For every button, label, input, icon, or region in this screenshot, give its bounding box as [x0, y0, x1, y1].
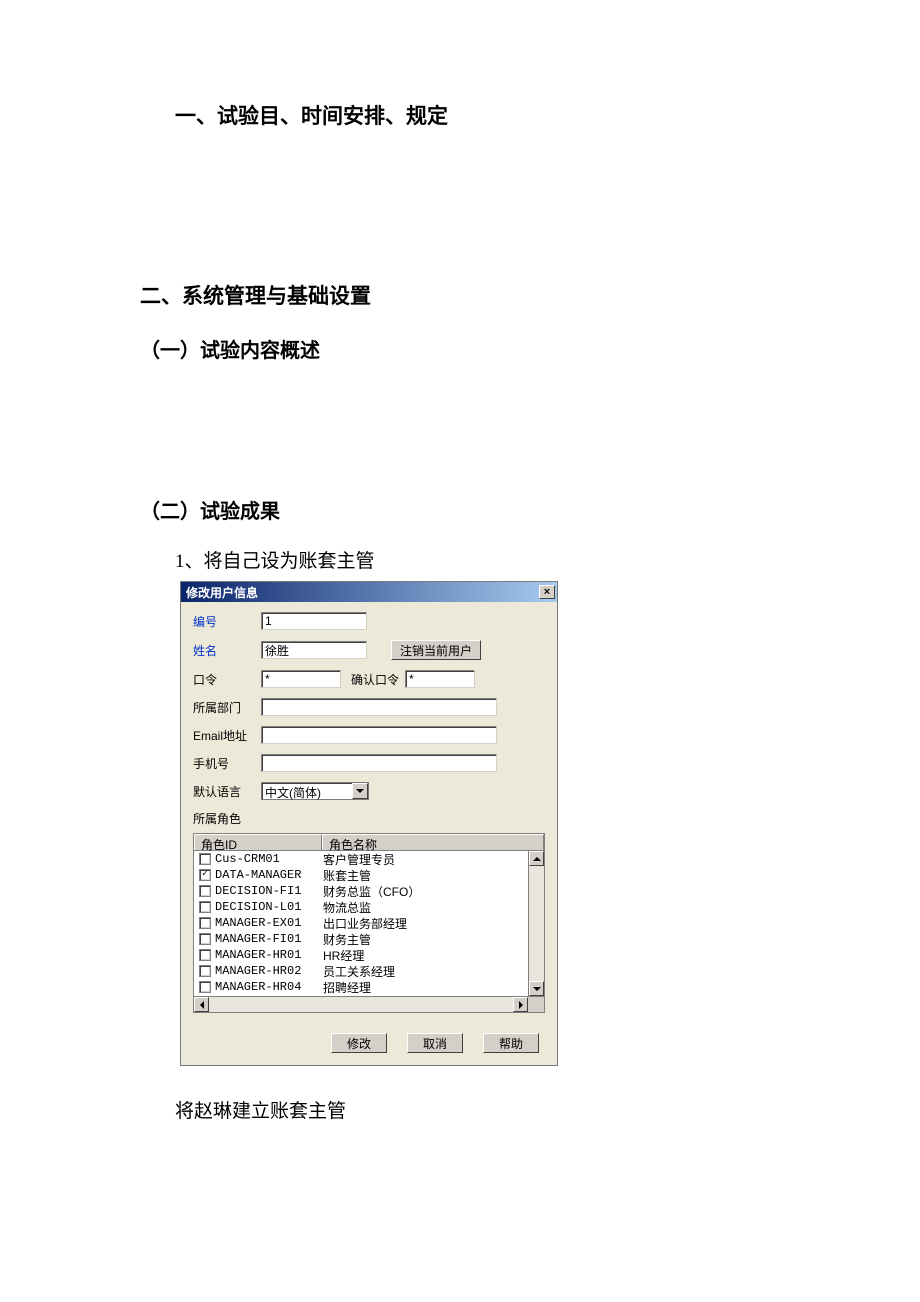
- heading-2: 二、系统管理与基础设置: [140, 280, 920, 310]
- name-input[interactable]: [261, 641, 367, 659]
- role-id: MANAGER-HR02: [215, 964, 323, 978]
- role-id-header[interactable]: 角色ID: [194, 834, 322, 850]
- role-id: MANAGER-EX01: [215, 916, 323, 930]
- role-row[interactable]: MANAGER-EX01出口业务部经理: [194, 915, 544, 931]
- role-id: MANAGER-HR04: [215, 980, 323, 994]
- default-language-value: 中文(简体): [262, 783, 352, 799]
- role-id: DECISION-FI1: [215, 884, 323, 898]
- role-row[interactable]: DECISION-FI1财务总监（CFO）: [194, 883, 544, 899]
- footer-text: 将赵琳建立账套主管: [175, 1096, 920, 1123]
- role-row[interactable]: MANAGER-HR04招聘经理: [194, 979, 544, 995]
- department-input[interactable]: [261, 698, 497, 716]
- confirm-password-input[interactable]: [405, 670, 475, 688]
- role-name-header[interactable]: 角色名称: [322, 834, 544, 850]
- label-password: 口令: [193, 671, 255, 688]
- roles-section-label: 所属角色: [193, 810, 545, 827]
- chevron-down-icon[interactable]: [352, 783, 368, 799]
- scroll-down-icon[interactable]: [529, 981, 544, 996]
- role-row[interactable]: MANAGER-HR02员工关系经理: [194, 963, 544, 979]
- dialog-title: 修改用户信息: [186, 584, 258, 601]
- role-name: HR经理: [323, 947, 364, 964]
- role-checkbox[interactable]: [199, 981, 211, 993]
- role-id: MANAGER-HR01: [215, 948, 323, 962]
- logout-current-user-button[interactable]: 注销当前用户: [391, 640, 481, 660]
- role-name: 财务总监（CFO）: [323, 883, 420, 900]
- role-checkbox[interactable]: [199, 901, 211, 913]
- role-name: 出口业务部经理: [323, 915, 407, 932]
- heading-1: 一、试验目、时间安排、规定: [175, 100, 920, 130]
- titlebar[interactable]: 修改用户信息 ×: [181, 582, 557, 602]
- list-item-1: 1、将自己设为账套主管: [175, 546, 920, 573]
- label-name: 姓名: [193, 642, 255, 659]
- subheading-1: （一）试验内容概述: [140, 334, 920, 363]
- role-name: 物流总监: [323, 899, 371, 916]
- role-name: 招聘经理: [323, 979, 371, 996]
- modify-button[interactable]: 修改: [331, 1033, 387, 1053]
- email-input[interactable]: [261, 726, 497, 744]
- role-row[interactable]: DATA-MANAGER账套主管: [194, 867, 544, 883]
- label-default-language: 默认语言: [193, 783, 255, 800]
- id-input[interactable]: [261, 612, 367, 630]
- role-name: 账套主管: [323, 867, 371, 884]
- role-checkbox[interactable]: [199, 869, 211, 881]
- cancel-button[interactable]: 取消: [407, 1033, 463, 1053]
- role-checkbox[interactable]: [199, 965, 211, 977]
- role-name: 客户管理专员: [323, 851, 395, 868]
- close-icon[interactable]: ×: [539, 585, 555, 599]
- label-department: 所属部门: [193, 699, 255, 716]
- roles-table: 角色ID 角色名称 Cus-CRM01客户管理专员DATA-MANAGER账套主…: [193, 833, 545, 1013]
- role-id: MANAGER-FI01: [215, 932, 323, 946]
- role-id: Cus-CRM01: [215, 852, 323, 866]
- password-input[interactable]: [261, 670, 341, 688]
- scroll-right-icon[interactable]: [513, 997, 528, 1012]
- role-row[interactable]: MANAGER-FI01财务主管: [194, 931, 544, 947]
- horizontal-scrollbar[interactable]: [194, 996, 544, 1012]
- role-checkbox[interactable]: [199, 949, 211, 961]
- role-checkbox[interactable]: [199, 853, 211, 865]
- role-name: 财务主管: [323, 931, 371, 948]
- mobile-input[interactable]: [261, 754, 497, 772]
- role-name: 员工关系经理: [323, 963, 395, 980]
- role-id: DECISION-L01: [215, 900, 323, 914]
- label-id: 编号: [193, 613, 255, 630]
- edit-user-dialog: 修改用户信息 × 编号 姓名 注销当前用户 口令 确认口令 所属部门 Email…: [180, 581, 558, 1066]
- scroll-up-icon[interactable]: [529, 851, 544, 866]
- scroll-left-icon[interactable]: [194, 997, 209, 1012]
- vertical-scrollbar[interactable]: [528, 851, 544, 996]
- role-checkbox[interactable]: [199, 885, 211, 897]
- role-row[interactable]: Cus-CRM01客户管理专员: [194, 851, 544, 867]
- role-checkbox[interactable]: [199, 933, 211, 945]
- help-button[interactable]: 帮助: [483, 1033, 539, 1053]
- label-email: Email地址: [193, 727, 255, 744]
- default-language-select[interactable]: 中文(简体): [261, 782, 369, 800]
- role-checkbox[interactable]: [199, 917, 211, 929]
- role-id: DATA-MANAGER: [215, 868, 323, 882]
- role-row[interactable]: MANAGER-HR01HR经理: [194, 947, 544, 963]
- role-row[interactable]: DECISION-L01物流总监: [194, 899, 544, 915]
- label-mobile: 手机号: [193, 755, 255, 772]
- subheading-2: （二）试验成果: [140, 495, 920, 524]
- label-confirm-password: 确认口令: [351, 671, 399, 688]
